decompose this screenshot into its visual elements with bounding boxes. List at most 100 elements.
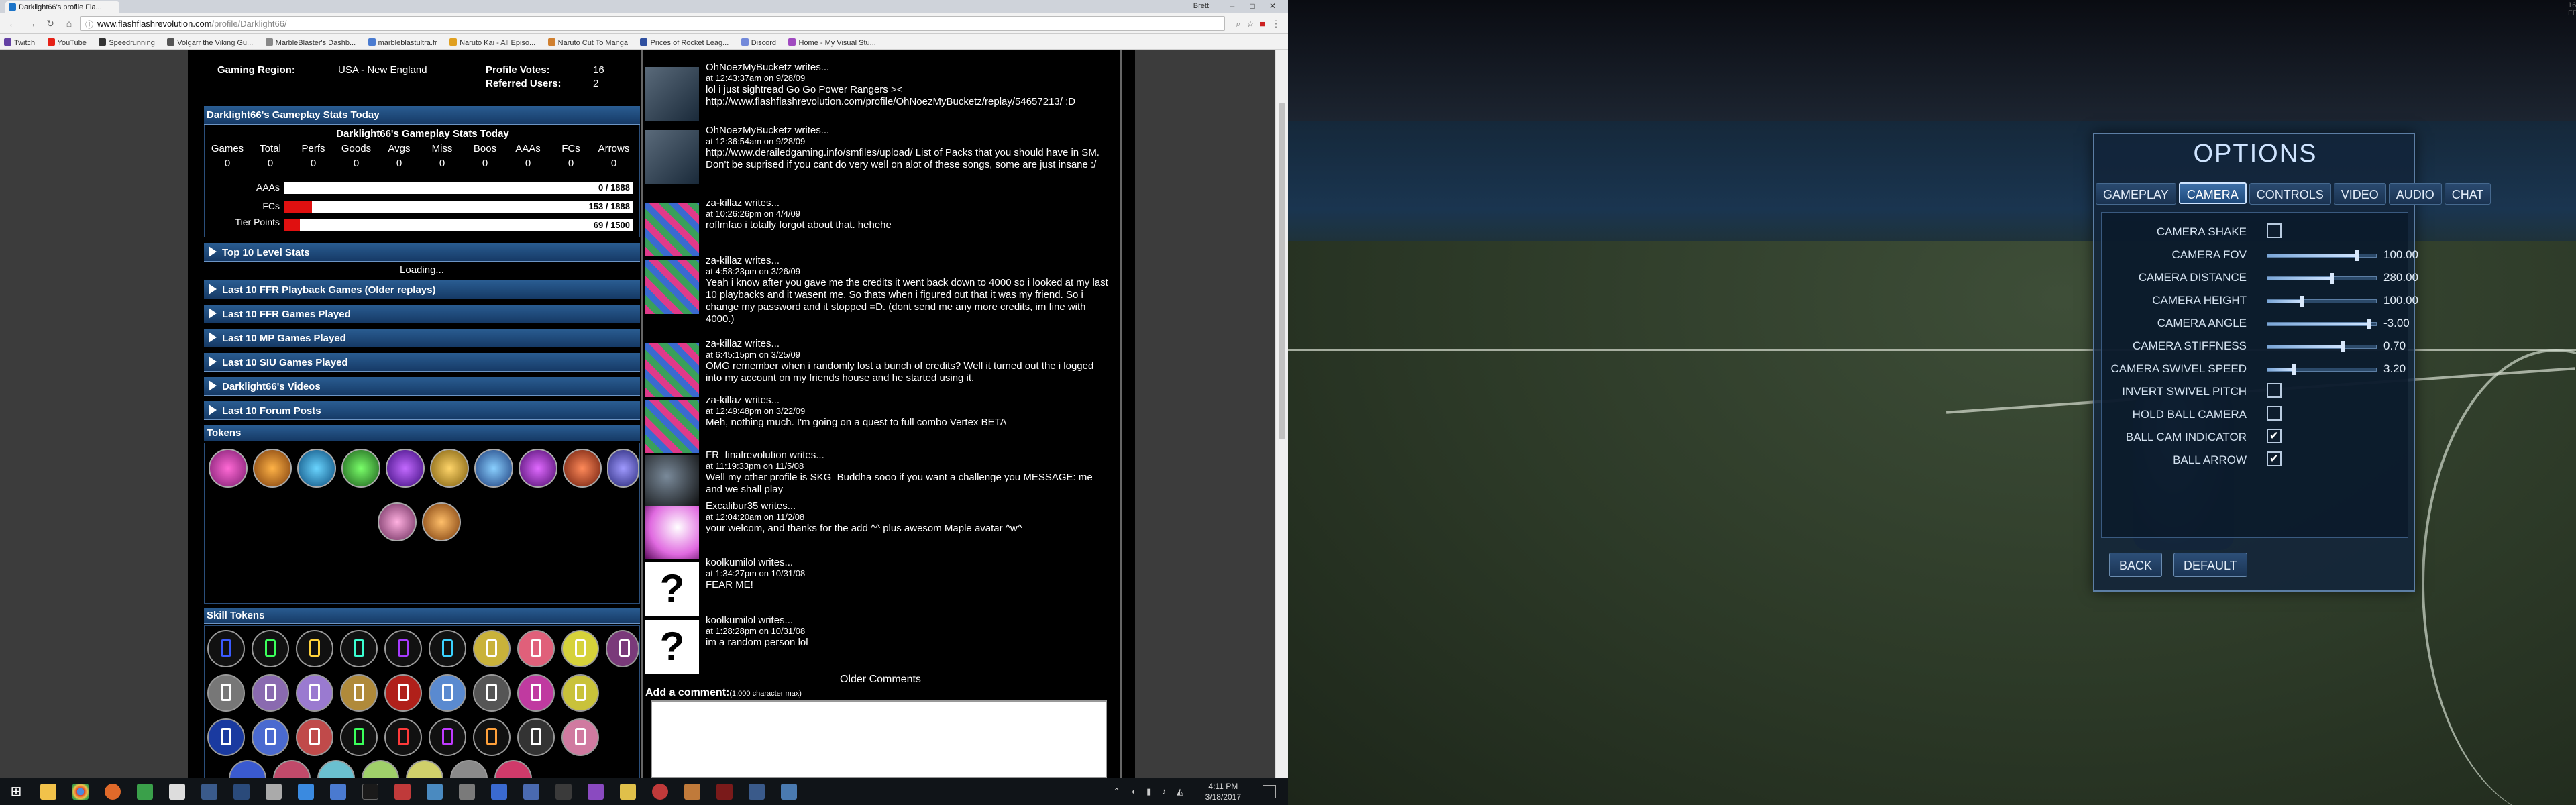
skill-token-icon[interactable] — [561, 630, 599, 667]
menu-icon[interactable]: ⋮ — [1271, 19, 1281, 30]
skill-token-icon[interactable] — [517, 674, 555, 712]
default-avatar-icon[interactable]: ? — [645, 562, 699, 616]
app-icon[interactable] — [620, 784, 636, 800]
tab-gameplay[interactable]: GAMEPLAY — [2096, 183, 2176, 205]
comment-author[interactable]: koolkumilol writes... — [706, 557, 793, 568]
app-icon[interactable] — [684, 784, 700, 800]
slider-handle[interactable] — [2291, 364, 2296, 375]
skill-token-icon[interactable] — [517, 718, 555, 756]
avatar[interactable] — [645, 203, 699, 256]
slider-handle[interactable] — [2341, 341, 2346, 352]
comment-author[interactable]: za-killaz writes... — [706, 394, 780, 406]
bookmark-marbleblastultra[interactable]: marbleblastultra.fr — [368, 38, 437, 47]
slider-handle[interactable] — [2367, 319, 2372, 329]
token-icon[interactable] — [297, 449, 336, 488]
app-icon[interactable] — [362, 784, 378, 800]
avatar[interactable] — [645, 67, 699, 121]
older-comments-link[interactable]: Older Comments — [840, 674, 921, 686]
default-avatar-icon[interactable]: ? — [645, 620, 699, 674]
section-bar[interactable]: Last 10 FFR Playback Games (Older replay… — [204, 280, 640, 299]
camera-fov-slider[interactable] — [2267, 250, 2377, 261]
skill-token-icon[interactable] — [384, 674, 422, 712]
skill-token-icon[interactable] — [606, 630, 639, 667]
camera-angle-slider[interactable] — [2267, 319, 2377, 329]
comment-author[interactable]: za-killaz writes... — [706, 338, 780, 350]
token-icon[interactable] — [386, 449, 425, 488]
skill-token-icon[interactable] — [473, 718, 511, 756]
close-icon[interactable]: ✕ — [1263, 1, 1283, 12]
comment-author[interactable]: OhNoezMyBucketz writes... — [706, 125, 829, 136]
camera-height-slider[interactable] — [2267, 296, 2377, 307]
camera-shake-checkbox[interactable] — [2267, 223, 2282, 238]
skill-token-icon[interactable] — [207, 674, 245, 712]
token-icon[interactable] — [474, 449, 513, 488]
ball-arrow-checkbox[interactable]: ✔ — [2267, 451, 2282, 466]
start-icon[interactable]: ⊞ — [8, 784, 24, 800]
skill-token-icon[interactable] — [561, 718, 599, 756]
slider-handle[interactable] — [2354, 250, 2359, 261]
extension-icon[interactable]: ■ — [1257, 19, 1268, 30]
default-button[interactable]: DEFAULT — [2174, 553, 2247, 577]
section-bar[interactable]: Last 10 Forum Posts — [204, 401, 640, 420]
top10-bar[interactable]: Top 10 Level Stats — [204, 243, 640, 262]
gameplay-stats-bar[interactable]: Darklight66's Gameplay Stats Today — [204, 106, 640, 125]
avatar[interactable] — [645, 130, 699, 184]
back-icon[interactable]: ← — [7, 17, 19, 30]
slider-handle[interactable] — [2330, 273, 2335, 284]
hold-ball-camera-checkbox[interactable] — [2267, 406, 2282, 421]
app-icon[interactable] — [555, 784, 572, 800]
home-icon[interactable]: ⌂ — [63, 17, 75, 30]
system-clock[interactable]: 4:11 PM 3/18/2017 — [1205, 781, 1241, 802]
bookmark-twitch[interactable]: Twitch — [4, 38, 35, 47]
avatar[interactable] — [645, 400, 699, 453]
camera-swivel-speed-slider[interactable] — [2267, 364, 2377, 375]
avatar[interactable] — [645, 260, 699, 314]
skill-token-icon[interactable] — [561, 674, 599, 712]
bookmark-visual-studio[interactable]: Home - My Visual Stu... — [788, 38, 876, 47]
app-icon[interactable] — [201, 784, 217, 800]
app-icon[interactable] — [330, 784, 346, 800]
search-icon[interactable]: ⌕ — [1233, 19, 1244, 30]
token-icon[interactable] — [253, 449, 292, 488]
page-scrollbar[interactable] — [1275, 50, 1288, 778]
token-icon[interactable] — [422, 502, 461, 541]
comment-author[interactable]: Excalibur35 writes... — [706, 500, 796, 512]
skill-token-icon[interactable] — [252, 674, 289, 712]
skill-token-icon[interactable] — [473, 674, 511, 712]
skill-token-icon[interactable] — [429, 674, 466, 712]
tab-chat[interactable]: CHAT — [2444, 183, 2491, 205]
token-icon[interactable] — [607, 449, 639, 488]
tab-controls[interactable]: CONTROLS — [2249, 183, 2331, 205]
visual-studio-icon[interactable] — [588, 784, 604, 800]
tab-camera[interactable]: CAMERA — [2178, 182, 2247, 204]
steam-icon[interactable] — [233, 784, 250, 800]
maximize-icon[interactable]: □ — [1242, 1, 1263, 12]
address-bar[interactable]: ⓘ www.flashflashrevolution.com/profile/D… — [80, 16, 1225, 31]
back-button[interactable]: BACK — [2109, 553, 2163, 577]
section-bar[interactable]: Last 10 FFR Games Played — [204, 305, 640, 323]
page-info-icon[interactable]: ⓘ — [85, 19, 93, 30]
tab-video[interactable]: VIDEO — [2333, 183, 2386, 205]
section-bar[interactable]: Last 10 MP Games Played — [204, 329, 640, 347]
app-icon[interactable] — [266, 784, 282, 800]
app-icon[interactable] — [523, 784, 539, 800]
bookmark-volgarr[interactable]: Volgarr the Viking Gu... — [167, 38, 253, 47]
skill-token-icon[interactable] — [429, 718, 466, 756]
token-icon[interactable] — [430, 449, 469, 488]
section-bar[interactable]: Last 10 SIU Games Played — [204, 353, 640, 372]
bookmark-marbleblaster[interactable]: MarbleBlaster's Dashb... — [265, 38, 356, 47]
app-icon[interactable] — [716, 784, 733, 800]
reload-icon[interactable]: ↻ — [44, 17, 56, 30]
skill-token-icon[interactable] — [517, 630, 555, 667]
bookmark-discord[interactable]: Discord — [741, 38, 776, 47]
app-icon[interactable] — [652, 784, 668, 800]
skill-token-icon[interactable] — [340, 674, 378, 712]
skill-token-icon[interactable] — [207, 718, 245, 756]
skill-token-icon[interactable] — [340, 630, 378, 667]
skill-token-icon[interactable] — [207, 630, 245, 667]
slider-handle[interactable] — [2300, 296, 2304, 307]
ball-cam-indicator-checkbox[interactable]: ✔ — [2267, 429, 2282, 443]
bookmark-naruto-cut[interactable]: Naruto Cut To Manga — [547, 38, 628, 47]
comment-author[interactable]: za-killaz writes... — [706, 197, 780, 209]
app-icon[interactable] — [459, 784, 475, 800]
